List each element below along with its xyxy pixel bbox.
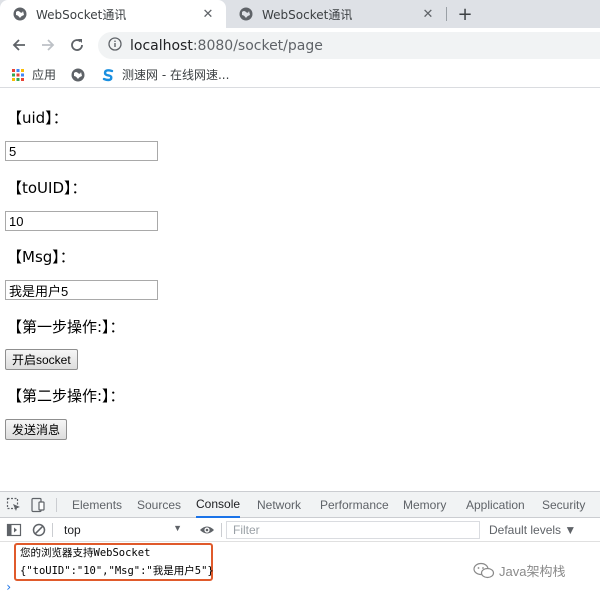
devtools-tab-security[interactable]: Security <box>542 492 585 518</box>
devtools-tab-network[interactable]: Network <box>257 492 301 518</box>
tab-title: WebSocket通讯 <box>36 7 127 22</box>
page-content: 【uid】： 【toUID】： 【Msg】： 【第一步操作:】： 开启socke… <box>0 89 600 489</box>
devtools-tab-elements[interactable]: Elements <box>72 492 122 518</box>
tab-close-icon[interactable]: ✕ <box>200 6 216 22</box>
log-levels-dropdown[interactable]: Default levels ▼ <box>489 521 576 539</box>
speedtest-s-icon <box>100 67 116 83</box>
bookmarks-bar: 应用 测速网 - 在线网速... <box>0 62 600 88</box>
wechat-icon <box>473 562 495 580</box>
url-host: localhost <box>130 37 193 54</box>
toolbar-divider <box>221 523 222 537</box>
address-bar[interactable]: localhost:8080/socket/page <box>98 32 600 59</box>
filter-placeholder: Filter <box>233 523 260 537</box>
tab-title: WebSocket通讯 <box>262 7 353 22</box>
globe-icon <box>12 6 28 22</box>
apps-grid-icon <box>10 67 26 83</box>
uid-input[interactable] <box>5 141 158 161</box>
bookmark-apps[interactable]: 应用 <box>10 66 56 83</box>
devtools-tab-console[interactable]: Console <box>196 492 241 518</box>
back-arrow-icon[interactable] <box>8 34 30 56</box>
url-path: :8080/socket/page <box>192 37 323 54</box>
devtools-panel: Elements Sources Console Network Perform… <box>0 491 600 594</box>
new-tab-button[interactable]: + <box>454 3 476 25</box>
reload-icon[interactable] <box>66 34 88 56</box>
tab-separator <box>446 7 447 21</box>
bookmark-label: 测速网 - 在线网速... <box>122 68 230 82</box>
bookmark-speedtest[interactable]: 测速网 - 在线网速... <box>100 66 229 83</box>
console-output: 您的浏览器支持WebSocket {"toUID":"10","Msg":"我是… <box>0 542 600 594</box>
touid-label: 【toUID】： <box>7 179 87 197</box>
msg-label: 【Msg】： <box>7 248 75 266</box>
devtools-tab-application[interactable]: Application <box>466 492 525 518</box>
inspect-element-icon[interactable] <box>6 497 22 513</box>
tab-close-icon[interactable]: ✕ <box>420 6 436 22</box>
toolbar-divider <box>56 498 57 512</box>
step2-label: 【第二步操作:】： <box>7 387 125 405</box>
devtools-tab-bar: Elements Sources Console Network Perform… <box>0 492 600 518</box>
clear-console-icon[interactable] <box>31 522 47 538</box>
show-sidebar-icon[interactable] <box>6 522 22 538</box>
watermark: Java架构栈 <box>473 561 565 580</box>
devtools-tab-memory[interactable]: Memory <box>403 492 446 518</box>
toolbar-divider <box>52 523 53 537</box>
globe-icon <box>238 6 254 22</box>
browser-tab-inactive[interactable]: WebSocket通讯 ✕ <box>226 0 446 28</box>
console-filter-input[interactable]: Filter <box>226 521 480 539</box>
bookmark-label: 应用 <box>32 68 57 82</box>
send-message-button[interactable]: 发送消息 <box>5 419 68 440</box>
dropdown-caret-icon: ▼ <box>173 523 182 533</box>
step1-label: 【第一步操作:】： <box>7 318 125 336</box>
touid-input[interactable] <box>5 211 158 231</box>
context-value: top <box>64 523 81 537</box>
console-log-line: 您的浏览器支持WebSocket <box>20 546 151 559</box>
browser-toolbar: localhost:8080/socket/page <box>0 28 600 62</box>
live-expression-eye-icon[interactable] <box>199 522 215 538</box>
forward-arrow-icon[interactable] <box>37 34 59 56</box>
devtools-tab-performance[interactable]: Performance <box>320 492 389 518</box>
globe-icon <box>70 67 86 83</box>
console-log-line: {"toUID":"10","Msg":"我是用户5"} <box>20 564 214 577</box>
browser-tab-active[interactable]: WebSocket通讯 ✕ <box>0 0 226 28</box>
console-toolbar: top ▼ Filter Default levels ▼ <box>0 518 600 542</box>
uid-label: 【uid】： <box>7 109 68 127</box>
bookmark-globe[interactable] <box>70 67 92 83</box>
tab-strip: WebSocket通讯 ✕ WebSocket通讯 ✕ + <box>0 0 600 28</box>
msg-input[interactable] <box>5 280 158 300</box>
watermark-text: Java架构栈 <box>499 564 566 579</box>
context-selector[interactable]: top ▼ <box>56 521 186 539</box>
open-socket-button[interactable]: 开启socket <box>5 349 78 370</box>
info-icon[interactable] <box>108 36 122 55</box>
devtools-tab-sources[interactable]: Sources <box>137 492 181 518</box>
device-toolbar-icon[interactable] <box>30 497 46 513</box>
console-prompt[interactable]: › <box>5 580 12 594</box>
